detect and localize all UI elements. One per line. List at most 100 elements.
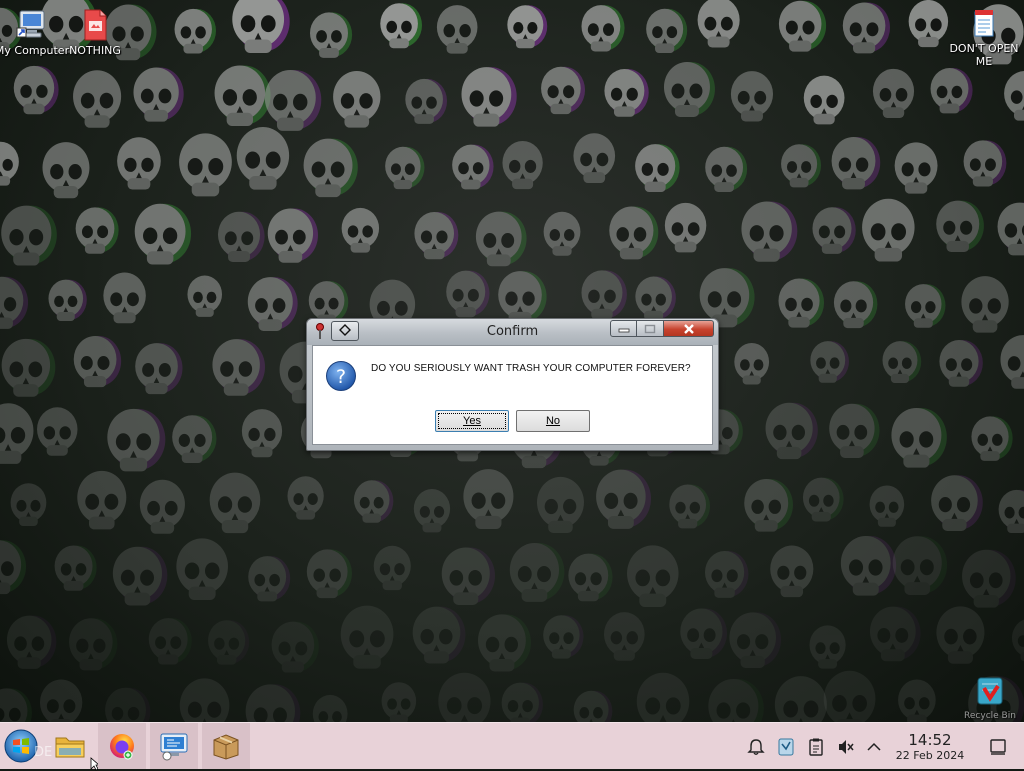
taskbar-package-manager[interactable] [202, 723, 250, 769]
wallpaper-skull [380, 3, 422, 48]
wallpaper-skull [48, 280, 86, 321]
wallpaper-skull [971, 416, 1012, 460]
wallpaper-skull [172, 415, 216, 463]
wallpaper-skull [210, 473, 261, 533]
wallpaper-skull [998, 203, 1024, 256]
wallpaper-skull [341, 606, 394, 669]
wallpaper-skull [187, 276, 222, 317]
show-desktop-icon[interactable] [988, 737, 1008, 757]
clock-date[interactable]: 22 Feb 2024 [886, 749, 974, 762]
wallpaper-skull [385, 147, 424, 189]
wallpaper-skull [461, 67, 516, 127]
wallpaper-skull [905, 284, 945, 328]
wallpaper-skull [149, 618, 192, 664]
desktop-icon-dont-open-me[interactable]: DON'T OPEN ME [944, 8, 1024, 68]
wallpaper-skull [770, 546, 813, 598]
wallpaper-skull [74, 336, 121, 387]
wallpaper-skull [824, 671, 876, 722]
wallpaper-skull [596, 470, 651, 529]
wallpaper-skull [939, 340, 982, 387]
taskbar-file-explorer[interactable] [46, 723, 94, 769]
wallpaper-skull [437, 5, 478, 54]
wallpaper-skull [775, 676, 827, 722]
close-button[interactable] [664, 320, 714, 337]
wallpaper-skull [242, 409, 282, 457]
package-icon [210, 731, 242, 761]
wallpaper-skull [637, 673, 690, 722]
wallpaper-skull [936, 606, 984, 663]
wallpaper-skull [175, 9, 216, 54]
wallpaper-skull [1012, 618, 1024, 661]
wallpaper-skull [208, 620, 249, 664]
taskbar-control-panel[interactable] [150, 723, 198, 769]
computer-icon [15, 8, 49, 42]
wallpaper-skull [999, 490, 1024, 533]
wallpaper-skull [664, 62, 715, 117]
wallpaper-skull [179, 133, 232, 196]
wallpaper-skull [342, 208, 379, 253]
minimize-button[interactable] [610, 320, 637, 337]
wallpaper-skull [543, 615, 583, 658]
wallpaper-skull [705, 551, 748, 598]
wallpaper-skull [604, 612, 645, 661]
vault-icon[interactable] [776, 737, 796, 757]
chevron-up-icon[interactable] [864, 737, 884, 757]
wallpaper-skull [729, 612, 781, 668]
wallpaper-skull [478, 614, 531, 671]
wallpaper-skull [452, 145, 493, 190]
wallpaper-skull [804, 76, 845, 125]
wallpaper-skull [909, 0, 948, 47]
wallpaper-skull [0, 540, 26, 594]
wallpaper-skull [14, 66, 59, 114]
clipboard-icon[interactable] [806, 737, 826, 757]
clock-time[interactable]: 14:52 [894, 731, 966, 749]
dialog-titlebar[interactable]: Confirm [307, 319, 718, 345]
notifications-icon[interactable] [746, 737, 766, 757]
wallpaper-skull [810, 341, 849, 383]
wallpaper-skull [248, 277, 298, 331]
wallpaper-skull [42, 142, 89, 198]
wallpaper-skull [248, 556, 290, 601]
wallpaper-skull [834, 281, 877, 328]
wallpaper-skull [498, 271, 546, 323]
wallpaper-skull [843, 2, 890, 53]
desktop-icon-nothing[interactable]: NOTHING [55, 8, 135, 57]
document-icon [78, 8, 112, 42]
wallpaper-skull [931, 475, 983, 531]
wallpaper-skull [581, 5, 624, 51]
wallpaper-skull [541, 67, 585, 114]
wallpaper-skull [73, 70, 121, 127]
no-button[interactable]: No [516, 410, 590, 432]
wallpaper-skull [117, 137, 161, 189]
wallpaper-skull [870, 607, 921, 662]
wallpaper-skull [895, 142, 938, 193]
wallpaper-skull [698, 0, 740, 47]
wallpaper-skull [405, 79, 447, 124]
wallpaper-skull [744, 479, 793, 532]
caption-buttons [610, 320, 714, 338]
wallpaper-skull [272, 622, 319, 673]
wallpaper-skull [936, 201, 984, 252]
wallpaper-skull [333, 71, 380, 128]
wallpaper-skull [354, 480, 393, 523]
wallpaper-skull [627, 545, 679, 607]
wallpaper-skull [310, 12, 352, 57]
wallpaper-skull [635, 144, 679, 192]
desktop-icon-recycle-bin[interactable]: Recycle Bin [950, 686, 1024, 723]
control-panel-icon [158, 731, 190, 761]
wallpaper-skull [103, 273, 145, 324]
taskbar-firefox[interactable] [98, 723, 146, 769]
wallpaper-skull [107, 409, 165, 472]
maximize-button[interactable] [637, 320, 664, 337]
desktop-icon-label: DON'T OPEN ME [944, 42, 1024, 68]
wallpaper-skull [669, 485, 710, 529]
wallpaper-skull [37, 407, 77, 455]
wallpaper-skull [1004, 71, 1024, 121]
yes-button[interactable]: Yes [435, 410, 509, 432]
wallpaper-skull [105, 688, 150, 722]
volume-muted-icon[interactable] [836, 737, 856, 757]
wallpaper-skull [218, 212, 265, 262]
wallpaper-skull [76, 207, 119, 253]
wallpaper-skull [898, 679, 936, 722]
wallpaper-skull [803, 478, 844, 522]
